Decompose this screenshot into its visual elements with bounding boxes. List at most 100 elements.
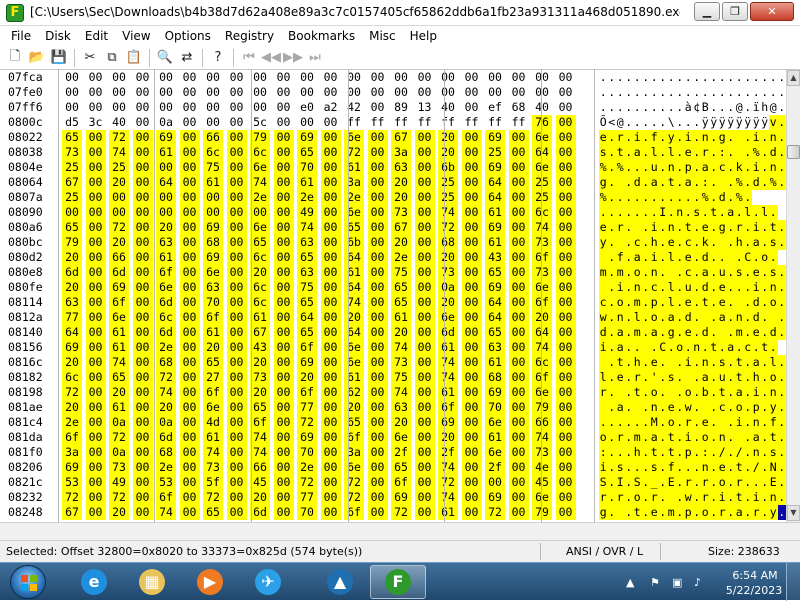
ascii-char[interactable]: t — [735, 490, 744, 505]
hex-byte[interactable]: 00 — [180, 100, 200, 115]
ascii-char[interactable]: o — [616, 295, 625, 310]
ascii-char[interactable]: r — [616, 130, 625, 145]
hex-byte[interactable]: 67 — [391, 130, 411, 145]
ascii-char[interactable]: s — [769, 235, 778, 250]
hex-byte[interactable]: 68 — [509, 100, 529, 115]
ascii-char[interactable]: . — [607, 430, 616, 445]
hex-row[interactable]: 08198 72 00 20 00 74 00 6f 00 20 00 6f 00 62 00 74 00 61 0… — [6, 385, 786, 400]
hex-byte[interactable]: 00 — [109, 70, 129, 85]
hex-byte[interactable]: 00 — [461, 220, 482, 235]
hex-byte[interactable]: 00 — [132, 220, 153, 235]
hex-byte[interactable]: 00 — [555, 505, 576, 520]
ascii-char[interactable]: . — [624, 385, 633, 400]
ascii-char[interactable] — [718, 325, 727, 340]
hex-byte[interactable]: 2e — [156, 340, 176, 355]
ascii-char[interactable]: c — [684, 235, 693, 250]
ascii-char[interactable]: . — [710, 100, 719, 115]
ascii-char[interactable]: n — [769, 280, 778, 295]
hex-byte[interactable]: 00 — [414, 160, 435, 175]
ascii-char[interactable]: . — [641, 445, 650, 460]
hex-byte[interactable]: 00 — [109, 205, 129, 220]
ascii-char[interactable]: B — [701, 100, 710, 115]
ascii-char[interactable]: S — [599, 475, 608, 490]
hex-byte[interactable]: 00 — [320, 280, 341, 295]
hex-byte[interactable]: 72 — [438, 220, 458, 235]
ascii-char[interactable]: . — [743, 490, 752, 505]
hex-byte[interactable]: 68 — [156, 445, 176, 460]
ascii-char[interactable]: . — [641, 145, 650, 160]
ascii-char[interactable]: y — [769, 400, 778, 415]
hex-byte[interactable]: 3a — [62, 445, 82, 460]
ascii-char[interactable]: . — [667, 100, 676, 115]
hex-byte[interactable]: 00 — [320, 340, 341, 355]
hex-byte[interactable]: 6b — [344, 235, 364, 250]
hex-byte[interactable]: ff — [368, 115, 388, 130]
hex-byte[interactable]: 74 — [438, 460, 458, 475]
hex-editor-view[interactable]: 07fca 00 00 00 00 00 00 00 00 00 00 00 00 00 00 00 00 00 0… — [6, 70, 786, 522]
ascii-char[interactable]: a — [752, 355, 761, 370]
ascii-char[interactable]: . — [743, 130, 752, 145]
hex-byte[interactable]: 00 — [85, 505, 106, 520]
ascii-char[interactable] — [735, 430, 744, 445]
hex-byte[interactable]: 00 — [367, 310, 388, 325]
hex-row[interactable]: 0804e 25 00 25 00 00 00 75 00 6e 00 70 00 61 00 63 00 6b 0… — [6, 160, 786, 175]
copy-icon[interactable]: ⧉ — [101, 48, 123, 68]
hex-byte[interactable]: 67 — [62, 175, 82, 190]
ascii-char[interactable]: ÿ — [735, 115, 744, 130]
ascii-char[interactable]: . — [735, 280, 744, 295]
hex-byte[interactable]: 00 — [85, 490, 106, 505]
ascii-char[interactable]: g — [718, 220, 727, 235]
hex-byte[interactable]: 00 — [156, 160, 176, 175]
hex-byte[interactable]: 00 — [85, 415, 106, 430]
hex-byte[interactable]: 00 — [555, 355, 576, 370]
hex-byte[interactable]: 66 — [250, 460, 270, 475]
hex-byte[interactable]: 00 — [179, 175, 200, 190]
hex-byte[interactable]: 6e — [344, 460, 364, 475]
hex-byte[interactable]: 40 — [438, 100, 458, 115]
hex-byte[interactable]: 61 — [344, 370, 364, 385]
ascii-char[interactable]: . — [642, 85, 651, 100]
ascii-char[interactable]: . — [760, 445, 769, 460]
hex-row[interactable]: 08090 00 00 00 00 00 00 00 00 00 00 49 00 6e 00 73 00 74 0… — [6, 205, 786, 220]
hex-byte[interactable]: 6b — [438, 160, 458, 175]
ascii-char[interactable]: . — [709, 145, 718, 160]
ascii-char[interactable]: . — [743, 430, 752, 445]
hex-byte[interactable]: 43 — [250, 340, 270, 355]
hex-byte[interactable]: 00 — [555, 160, 576, 175]
hex-byte[interactable]: 00 — [179, 280, 200, 295]
hex-byte[interactable]: 61 — [485, 355, 505, 370]
hex-byte[interactable]: 63 — [62, 295, 82, 310]
ascii-char[interactable]: l — [667, 295, 676, 310]
hex-byte[interactable]: 00 — [179, 130, 200, 145]
ascii-char[interactable]: . — [658, 490, 667, 505]
ascii-char[interactable]: . — [675, 130, 684, 145]
hex-byte[interactable]: 62 — [344, 385, 364, 400]
hex-row[interactable]: 08248 67 00 20 00 74 00 65 00 6d 00 70 00 6f 00 72 00 61 0… — [6, 505, 786, 520]
hex-byte[interactable]: 00 — [226, 400, 247, 415]
ascii-char[interactable]: a — [616, 400, 625, 415]
hex-byte[interactable]: 0a — [156, 115, 176, 130]
hex-byte[interactable]: 00 — [555, 400, 576, 415]
ascii-char[interactable]: . — [710, 70, 719, 85]
hex-byte[interactable]: 65 — [391, 280, 411, 295]
ascii-char[interactable]: t — [735, 460, 744, 475]
ascii-char[interactable]: . — [727, 70, 736, 85]
ascii-char[interactable]: . — [616, 100, 625, 115]
ascii-char[interactable]: . — [777, 355, 786, 370]
ascii-char[interactable]: . — [624, 130, 633, 145]
hex-byte[interactable]: 61 — [485, 235, 505, 250]
hex-byte[interactable]: 79 — [62, 235, 82, 250]
ascii-char[interactable]: a — [735, 385, 744, 400]
ascii-char[interactable]: . — [658, 460, 667, 475]
hex-row[interactable]: 080e8 6d 00 6d 00 6f 00 6e 00 20 00 63 00 61 00 75 00 73 0… — [6, 265, 786, 280]
ascii-char[interactable]: . — [633, 340, 642, 355]
hex-byte[interactable]: 20 — [391, 175, 411, 190]
hex-row[interactable]: 07fe0 00 00 00 00 00 00 00 00 00 00 00 00 00 00 00 00 00 0… — [6, 85, 786, 100]
hex-byte[interactable]: 72 — [109, 220, 129, 235]
hex-byte[interactable]: 00 — [85, 235, 106, 250]
hex-row[interactable]: 0821c 53 00 49 00 53 00 5f 00 45 00 72 00 72 00 6f 00 72 0… — [6, 475, 786, 490]
ascii-char[interactable] — [616, 235, 625, 250]
ascii-char[interactable]: t — [709, 205, 718, 220]
hex-byte[interactable]: 00 — [226, 295, 247, 310]
ascii-char[interactable]: a — [650, 175, 659, 190]
